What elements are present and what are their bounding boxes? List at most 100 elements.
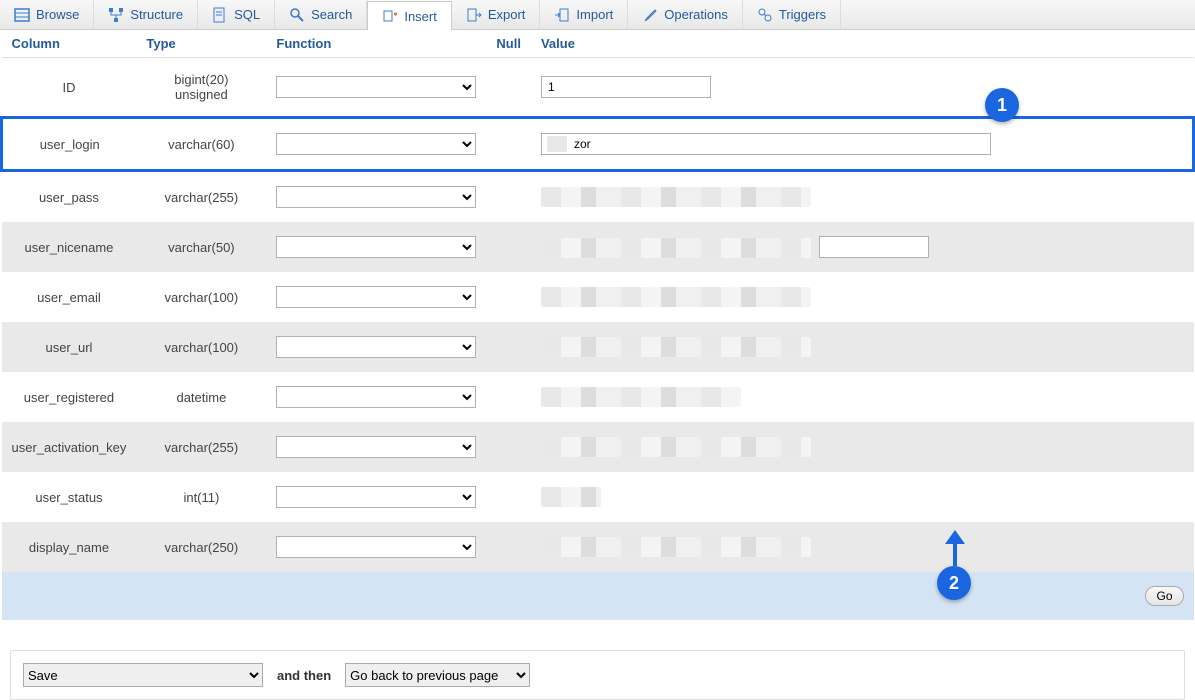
cell-null (486, 522, 531, 572)
cell-null (486, 222, 531, 272)
function-select[interactable] (276, 186, 476, 208)
th-type: Type (136, 30, 266, 58)
tab-label: Triggers (779, 7, 826, 22)
cell-column: user_status (2, 472, 137, 522)
redaction-block (541, 238, 811, 258)
go-button[interactable]: Go (1145, 586, 1183, 606)
tab-export[interactable]: Export (452, 0, 541, 29)
tab-label: SQL (234, 7, 260, 22)
tab-label: Operations (664, 7, 728, 22)
cell-type: int(11) (136, 472, 266, 522)
function-select[interactable] (276, 536, 476, 558)
search-icon (289, 7, 305, 23)
cell-function (266, 372, 486, 422)
function-select[interactable] (276, 133, 476, 155)
redaction-block (541, 387, 741, 407)
function-select[interactable] (276, 286, 476, 308)
redaction-block (541, 487, 601, 507)
annotation-arrow: 2 (935, 530, 975, 600)
table-row-highlighted: user_login varchar(60) (2, 118, 1194, 171)
tab-label: Insert (404, 9, 437, 24)
th-column: Column (2, 30, 137, 58)
arrow-line (953, 538, 957, 566)
cell-type: varchar(50) (136, 222, 266, 272)
cell-type: varchar(250) (136, 522, 266, 572)
tab-label: Structure (130, 7, 183, 22)
th-null: Null (486, 30, 531, 58)
tab-label: Search (311, 7, 352, 22)
cell-null (486, 272, 531, 322)
tab-label: Import (576, 7, 613, 22)
function-select[interactable] (276, 236, 476, 258)
cell-column: user_activation_key (2, 422, 137, 472)
function-select[interactable] (276, 336, 476, 358)
tab-triggers[interactable]: Triggers (743, 0, 841, 29)
top-tabs: Browse Structure SQL Search Insert Expor… (0, 0, 1195, 30)
cell-column: user_url (2, 322, 137, 372)
table-row: user_status int(11) (2, 472, 1194, 522)
value-input[interactable] (541, 76, 711, 98)
cell-column: ID (2, 58, 137, 118)
cell-value (531, 171, 1194, 223)
table-row: display_name varchar(250) (2, 522, 1194, 572)
cell-null (486, 171, 531, 223)
table-row: user_activation_key varchar(255) (2, 422, 1194, 472)
structure-icon (108, 7, 124, 23)
function-select[interactable] (276, 486, 476, 508)
redaction-block (541, 437, 811, 457)
th-function: Function (266, 30, 486, 58)
value-input[interactable] (819, 236, 929, 258)
cell-type: datetime (136, 372, 266, 422)
tab-insert[interactable]: Insert (367, 1, 452, 30)
tab-search[interactable]: Search (275, 0, 367, 29)
redaction-block (547, 136, 567, 152)
cell-function (266, 472, 486, 522)
cell-value (531, 422, 1194, 472)
browse-icon (14, 7, 30, 23)
then-select[interactable]: Go back to previous page (345, 663, 530, 687)
cell-value (531, 222, 1194, 272)
tab-sql[interactable]: SQL (198, 0, 275, 29)
cell-function (266, 272, 486, 322)
cell-value (531, 472, 1194, 522)
value-input[interactable] (541, 133, 991, 155)
and-then-label: and then (277, 668, 331, 683)
sql-icon (212, 7, 228, 23)
annotation-badge-1: 1 (985, 88, 1019, 122)
cell-null (486, 372, 531, 422)
bottom-panel: Save and then Go back to previous page (10, 650, 1185, 700)
cell-value (531, 522, 1194, 572)
cell-type: varchar(255) (136, 422, 266, 472)
cell-type: varchar(100) (136, 272, 266, 322)
redaction-block (541, 337, 811, 357)
function-select[interactable] (276, 436, 476, 458)
table-row: user_pass varchar(255) (2, 171, 1194, 223)
table-row: user_url varchar(100) (2, 322, 1194, 372)
tab-label: Browse (36, 7, 79, 22)
tab-import[interactable]: Import (540, 0, 628, 29)
cell-function (266, 171, 486, 223)
cell-type: varchar(100) (136, 322, 266, 372)
function-select[interactable] (276, 386, 476, 408)
cell-null (486, 118, 531, 171)
table-row: user_registered datetime (2, 372, 1194, 422)
insert-table: Column Type Function Null Value ID bigin… (0, 30, 1195, 620)
function-select[interactable] (276, 76, 476, 98)
cell-column: user_registered (2, 372, 137, 422)
import-icon (554, 7, 570, 23)
tab-operations[interactable]: Operations (628, 0, 743, 29)
save-select[interactable]: Save (23, 663, 263, 687)
cell-column: user_email (2, 272, 137, 322)
th-value: Value (531, 30, 1194, 58)
cell-null (486, 422, 531, 472)
cell-value (531, 272, 1194, 322)
cell-function (266, 222, 486, 272)
tab-structure[interactable]: Structure (94, 0, 198, 29)
cell-type: bigint(20) unsigned (136, 58, 266, 118)
export-icon (466, 7, 482, 23)
cell-value (531, 58, 1194, 118)
tab-browse[interactable]: Browse (0, 0, 94, 29)
cell-type: varchar(255) (136, 171, 266, 223)
table-row: user_email varchar(100) (2, 272, 1194, 322)
cell-function (266, 58, 486, 118)
